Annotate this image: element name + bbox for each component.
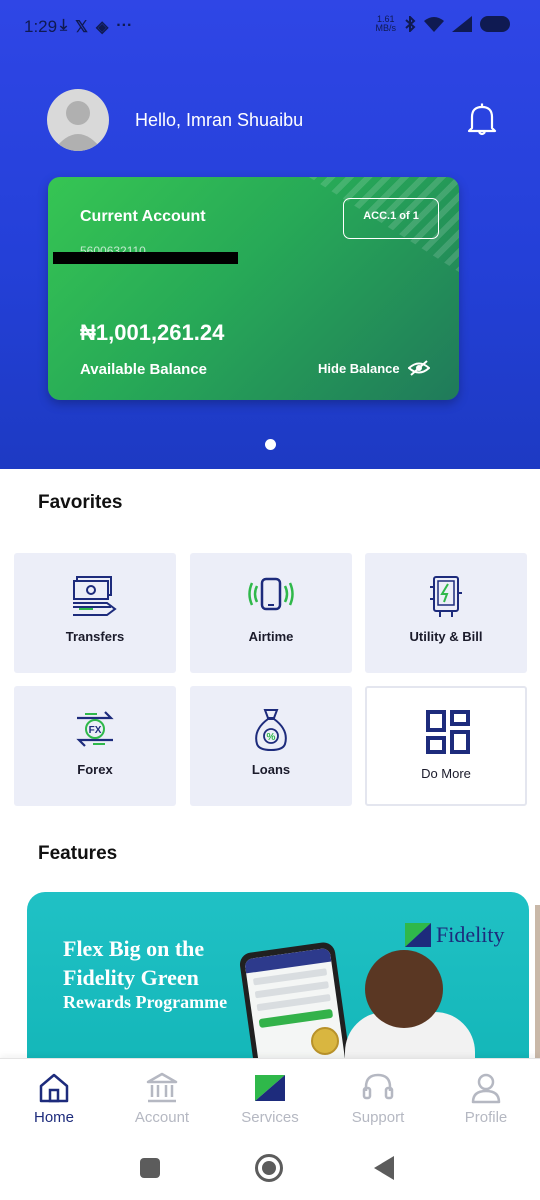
nav-label: Support xyxy=(351,1109,405,1126)
redaction-bar xyxy=(53,252,238,264)
status-time: 1:29 xyxy=(24,17,58,36)
greeting-text: Hello, Imran Shuaibu xyxy=(135,110,304,130)
banner-headline-2: Fidelity Green xyxy=(63,965,199,990)
signal-icon xyxy=(452,16,472,32)
bell-icon[interactable] xyxy=(464,101,500,137)
favorite-label: Utility & Bill xyxy=(409,629,483,644)
headset-icon xyxy=(362,1073,394,1100)
binance-icon: ◈ xyxy=(95,19,109,36)
fidelity-logo-icon xyxy=(405,923,431,947)
account-card[interactable]: Current Account ACC.1 of 1 5600632110 ₦1… xyxy=(48,177,459,400)
wifi-icon xyxy=(424,17,444,32)
feature-banner[interactable]: Flex Big on the Fidelity Green Rewards P… xyxy=(27,892,529,1060)
person-silhouette-icon xyxy=(53,101,103,151)
avatar[interactable] xyxy=(47,89,109,151)
fidelity-logo-icon xyxy=(255,1075,285,1101)
favorite-utility-bill[interactable]: Utility & Bill xyxy=(365,553,527,673)
favorites-title: Favorites xyxy=(38,492,123,513)
banner-headline-3: Rewards Programme xyxy=(63,992,228,1012)
status-left-icons: ⤓ 𝕏 ◈ ··· xyxy=(60,17,132,37)
account-type: Current Account xyxy=(80,208,206,225)
nav-account[interactable]: Account xyxy=(117,1071,207,1126)
favorite-loans[interactable]: % Loans xyxy=(190,686,352,806)
phone-icon xyxy=(248,577,294,611)
download-icon: ⤓ xyxy=(60,17,68,34)
back-button[interactable] xyxy=(374,1156,394,1180)
favorite-airtime[interactable]: Airtime xyxy=(190,553,352,673)
fx-exchange-icon: FX xyxy=(76,711,114,747)
nav-services[interactable]: Services xyxy=(225,1071,315,1126)
nav-label: Home xyxy=(33,1109,74,1126)
money-bag-icon: % xyxy=(255,709,287,752)
bottom-navigation: Home Account Services Support Profile xyxy=(0,1058,540,1142)
banner-coin-image xyxy=(311,1027,339,1055)
hide-balance-label: Hide Balance xyxy=(318,360,400,376)
home-button[interactable] xyxy=(255,1154,283,1182)
eye-off-icon xyxy=(407,360,430,376)
favorite-label: Loans xyxy=(251,762,291,777)
carousel-dot[interactable] xyxy=(265,439,276,450)
svg-text:FX: FX xyxy=(89,725,102,736)
nav-home[interactable]: Home xyxy=(9,1071,99,1126)
bank-icon xyxy=(146,1072,178,1103)
account-index-badge[interactable]: ACC.1 of 1 xyxy=(343,198,439,239)
nav-label: Profile xyxy=(464,1109,508,1126)
svg-text:%: % xyxy=(267,732,276,743)
banner-brand-name: Fidelity xyxy=(436,922,505,947)
favorite-label: Transfers xyxy=(65,629,125,644)
transfer-money-icon xyxy=(73,576,117,616)
favorite-do-more[interactable]: Do More xyxy=(365,686,527,806)
net-speed-unit: MB/s xyxy=(375,23,396,33)
bluetooth-icon xyxy=(405,16,416,32)
features-title: Features xyxy=(38,843,118,864)
favorite-transfers[interactable]: Transfers xyxy=(14,553,176,673)
nav-label: Account xyxy=(134,1109,190,1126)
nav-support[interactable]: Support xyxy=(333,1071,423,1126)
status-right-icons: 1.61 MB/s xyxy=(375,15,510,33)
favorite-label: Do More xyxy=(421,766,471,781)
status-bar: 1:29 ⤓ 𝕏 ◈ ··· 1.61 MB/s xyxy=(0,0,540,48)
more-icon: ··· xyxy=(116,17,133,34)
banner-headline-1: Flex Big on the xyxy=(63,936,205,961)
nav-label: Services xyxy=(241,1109,299,1126)
balance-label: Available Balance xyxy=(80,361,208,378)
banner-brand: Fidelity xyxy=(405,922,504,948)
system-navigation-bar xyxy=(0,1142,540,1200)
favorite-label: Airtime xyxy=(248,629,294,644)
favorite-label: Forex xyxy=(77,762,113,777)
balance-amount: ₦1,001,261.24 xyxy=(80,320,225,345)
net-speed: 1.61 MB/s xyxy=(375,15,396,33)
home-icon xyxy=(39,1073,69,1103)
favorite-forex[interactable]: FX Forex xyxy=(14,686,176,806)
nav-profile[interactable]: Profile xyxy=(441,1071,531,1126)
hide-balance-button[interactable]: Hide Balance xyxy=(318,359,430,377)
grid-icon xyxy=(426,710,470,754)
person-icon xyxy=(471,1073,501,1104)
banner-person-image xyxy=(365,950,443,1028)
utility-meter-icon xyxy=(430,576,462,617)
battery-icon xyxy=(480,16,510,32)
next-banner-peek xyxy=(535,905,540,1060)
x-icon: 𝕏 xyxy=(75,19,88,36)
recents-button[interactable] xyxy=(140,1158,160,1178)
